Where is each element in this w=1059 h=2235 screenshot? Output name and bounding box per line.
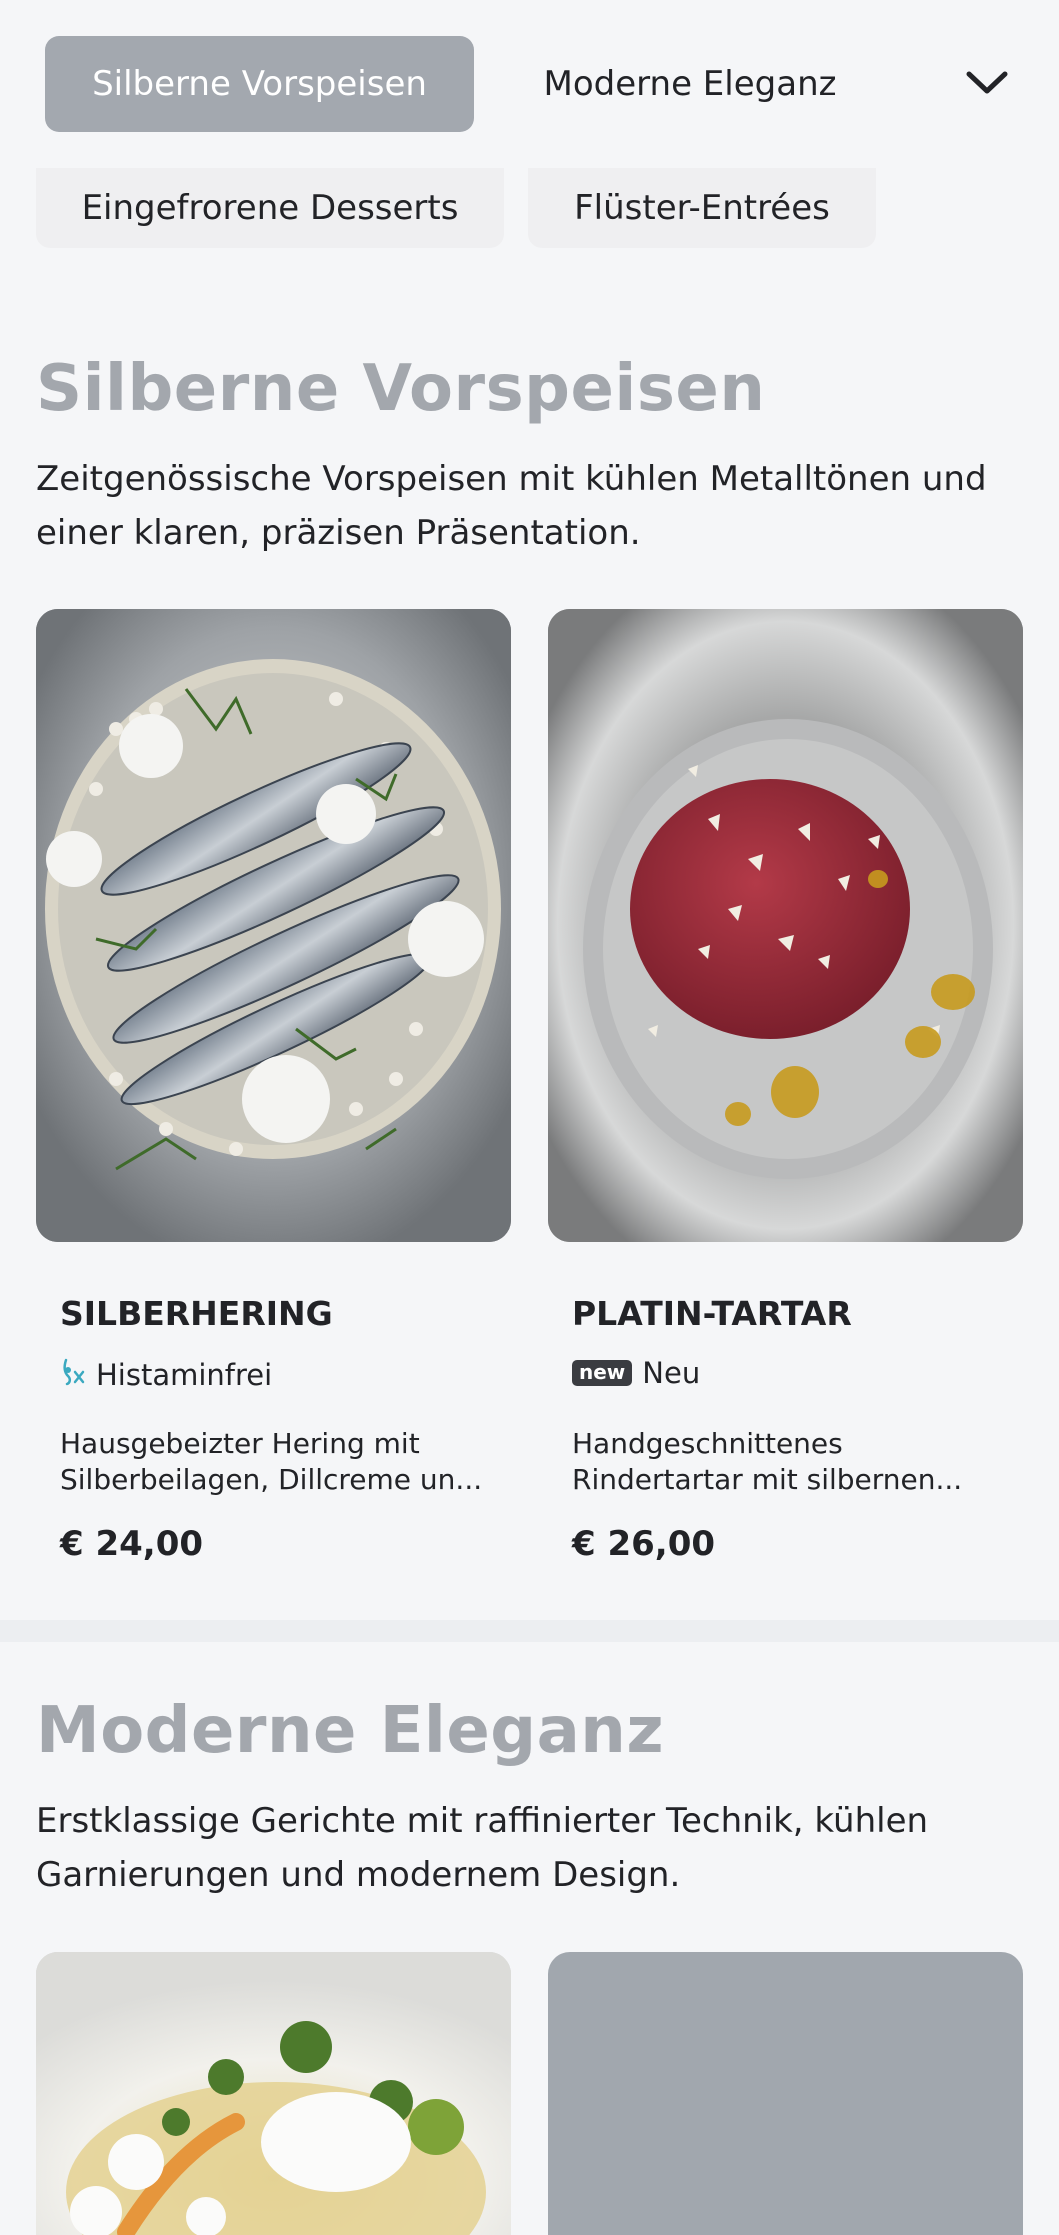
- dish-description-line: Handgeschnittenes: [572, 1427, 843, 1460]
- category-chip-silberne-vorspeisen[interactable]: Silberne Vorspeisen: [45, 36, 474, 132]
- dish-description: Handgeschnittenes Rindertartar mit silbe…: [572, 1426, 1012, 1498]
- dish-image-platin-tartar[interactable]: [548, 609, 1023, 1242]
- dish-tag-label: Neu: [642, 1356, 701, 1390]
- dish-image-placeholder[interactable]: [548, 1952, 1023, 2235]
- dish-description-line: Silberbeilagen, Dillcreme un...: [60, 1463, 483, 1496]
- dish-image[interactable]: [36, 1952, 511, 2235]
- dish-description: Hausgebeizter Hering mit Silberbeilagen,…: [60, 1426, 500, 1498]
- category-chip-fluester-entrees[interactable]: Flüster-Entrées: [528, 168, 876, 248]
- section-description: Zeitgenössische Vorspeisen mit kühlen Me…: [36, 459, 987, 553]
- section-description: Erstklassige Gerichte mit raffinierter T…: [36, 1801, 929, 1895]
- dish-name[interactable]: PLATIN-TARTAR: [572, 1294, 852, 1333]
- dish-price: € 26,00: [572, 1524, 716, 1564]
- section-divider: [0, 1620, 1059, 1642]
- category-chip-moderne-eleganz[interactable]: Moderne Eleganz: [500, 36, 880, 132]
- histamine-free-icon: [60, 1356, 86, 1393]
- dish-tag-label: Histaminfrei: [96, 1357, 273, 1392]
- section-title: Moderne Eleganz: [36, 1694, 665, 1768]
- dish-description-line: Rindertartar mit silbernen...: [572, 1463, 963, 1496]
- dish-price: € 24,00: [60, 1524, 204, 1564]
- dish-image-silberhering[interactable]: [36, 609, 511, 1242]
- category-chip-eingefrorene-desserts[interactable]: Eingefrorene Desserts: [36, 168, 504, 248]
- category-nav: Silberne Vorspeisen Moderne Eleganz: [0, 0, 1059, 168]
- dish-description-line: Hausgebeizter Hering mit: [60, 1427, 420, 1460]
- new-badge-icon: new: [572, 1360, 633, 1386]
- dish-tag: new Neu: [572, 1356, 700, 1390]
- dish-name[interactable]: SILBERHERING: [60, 1294, 333, 1333]
- section-title: Silberne Vorspeisen: [36, 352, 766, 426]
- chevron-down-icon[interactable]: [962, 62, 1012, 104]
- dish-tag: Histaminfrei: [60, 1356, 272, 1393]
